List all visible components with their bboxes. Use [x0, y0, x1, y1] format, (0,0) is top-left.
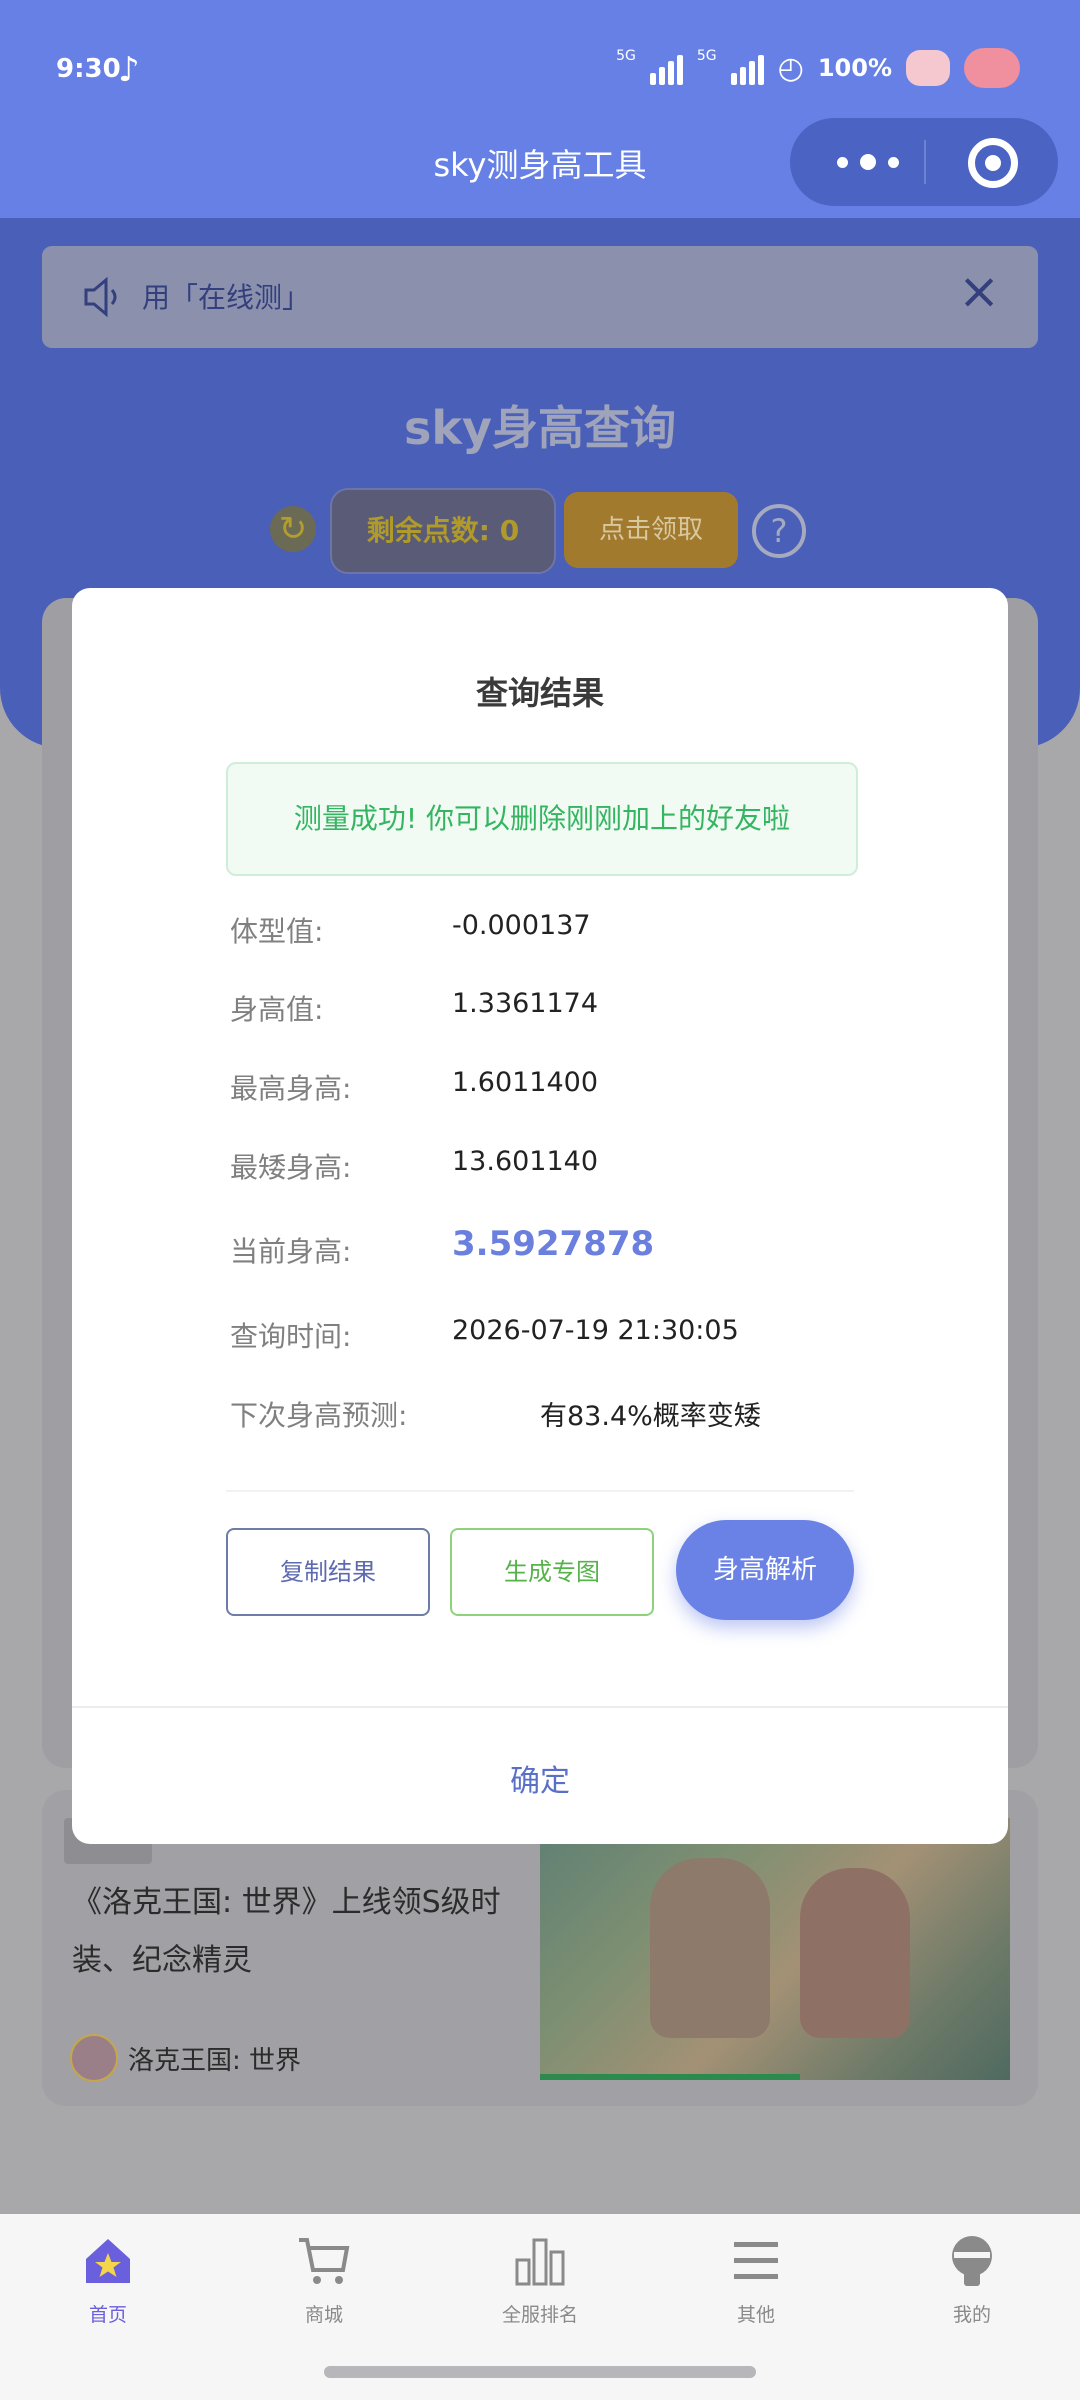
tab-label: 我的: [952, 2304, 991, 2326]
success-message: 测量成功! 你可以删除刚刚加上的好友啦: [226, 762, 858, 876]
body-type-value: -0.000137: [452, 910, 591, 941]
help-icon[interactable]: ?: [752, 504, 806, 558]
prediction-label: 下次身高预测:: [230, 1399, 408, 1432]
prediction-value: 有83.4%概率变矮: [540, 1401, 761, 1432]
close-icon[interactable]: ×: [958, 266, 1000, 316]
sticker-icon: [906, 50, 950, 86]
strawberry-icon: [964, 48, 1020, 88]
tab-other[interactable]: 其他: [648, 2232, 864, 2327]
notice-bar[interactable]: 用「在线测」 ×: [42, 246, 1038, 348]
current-height-label: 当前身高:: [230, 1235, 352, 1268]
tab-profile[interactable]: 我的: [864, 2232, 1080, 2327]
tab-label: 商城: [304, 2304, 343, 2326]
query-time-value: 2026-07-19 21:30:05: [452, 1315, 739, 1346]
profile-icon: [864, 2232, 1080, 2290]
capsule-divider: [924, 140, 926, 184]
height-value-label: 身高值:: [230, 993, 324, 1026]
signal-label-1: 5G: [616, 48, 636, 64]
tab-label: 其他: [736, 2304, 775, 2326]
speaker-icon: [84, 276, 117, 318]
signal-label-2: 5G: [696, 48, 717, 64]
confirm-button[interactable]: 确定: [72, 1756, 1008, 1800]
news-title[interactable]: 《洛克王国: 世界》上线领S级时装、纪念精灵: [72, 1874, 512, 1990]
news-source: 洛克王国: 世界: [128, 2046, 302, 2076]
menu-icon: [648, 2232, 864, 2290]
cart-icon: [216, 2232, 432, 2290]
tab-shop[interactable]: 商城: [216, 2232, 432, 2327]
status-indicators: 5G 5G ◴ 100%: [616, 48, 1020, 88]
home-indicator[interactable]: [324, 2366, 756, 2378]
height-analysis-button[interactable]: 身高解析: [676, 1520, 854, 1620]
dialog-title: 查询结果: [475, 674, 604, 712]
current-height-value: 3.5927878: [452, 1224, 655, 1264]
dialog-footer-divider: [72, 1706, 1008, 1708]
claim-button[interactable]: 点击领取: [564, 492, 738, 568]
copy-result-button[interactable]: 复制结果: [226, 1528, 430, 1616]
tab-home[interactable]: 首页: [0, 2232, 216, 2327]
points-badge: 剩余点数: 0: [330, 488, 556, 574]
character-figure: [800, 1868, 910, 2038]
character-figure: [650, 1858, 770, 2038]
battery-level: 100%: [817, 54, 892, 82]
signal-icon: [649, 51, 683, 85]
tab-label: 全服排名: [501, 2304, 578, 2326]
miniapp-capsule[interactable]: [790, 118, 1058, 206]
game-logo-icon: [70, 2034, 118, 2082]
page-title: sky身高查询: [404, 401, 676, 455]
max-height-label: 最高身高:: [230, 1072, 352, 1105]
tab-ranking[interactable]: 全服排名: [432, 2232, 648, 2327]
news-thumbnail[interactable]: [540, 1818, 1010, 2080]
ranking-bars-icon: [432, 2232, 648, 2290]
generate-image-button[interactable]: 生成专图: [450, 1528, 654, 1616]
query-time-label: 查询时间:: [230, 1320, 352, 1353]
alarm-icon: ◴: [777, 50, 804, 86]
thumbnail-progress: [540, 2074, 800, 2080]
signal-icon: [730, 51, 764, 85]
refresh-icon[interactable]: ↻: [270, 506, 316, 552]
max-height-value: 1.6011400: [452, 1067, 599, 1098]
min-height-value: 13.601140: [452, 1146, 599, 1177]
tab-label: 首页: [88, 2304, 127, 2326]
notice-text: 用「在线测」: [142, 281, 311, 314]
tiktok-icon: ♪: [118, 50, 140, 90]
status-time: 9:30: [56, 54, 121, 84]
min-height-label: 最矮身高:: [230, 1151, 352, 1184]
dialog-divider: [226, 1490, 854, 1492]
body-type-label: 体型值:: [230, 915, 324, 948]
height-value: 1.3361174: [452, 988, 599, 1019]
home-star-icon: [0, 2232, 216, 2290]
more-icon[interactable]: [828, 148, 908, 176]
close-miniapp-icon[interactable]: [968, 138, 1018, 188]
